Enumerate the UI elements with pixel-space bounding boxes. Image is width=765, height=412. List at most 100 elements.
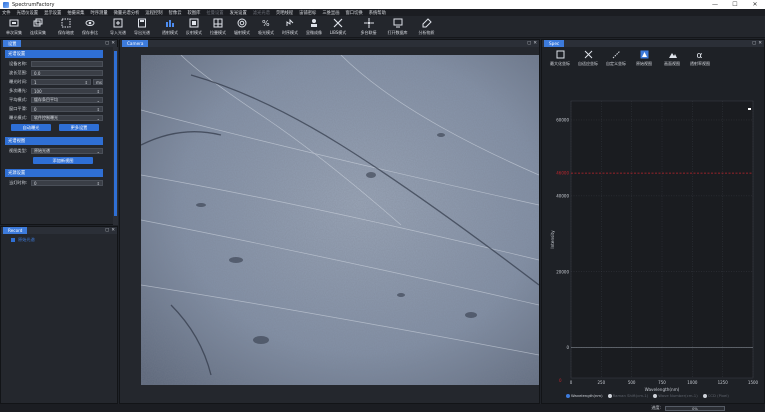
menu-item[interactable]: 文件 (2, 10, 11, 16)
field-input[interactable]: 0.0 (31, 69, 103, 77)
toolbar-button-analyze-substance[interactable]: 分析物质 (412, 16, 441, 38)
field-input[interactable]: 缓存条目平均 ⌄ (31, 96, 103, 104)
menu-item[interactable]: 拉曼设置 (206, 10, 223, 16)
float-icon[interactable]: ▢ (105, 41, 109, 46)
spec-tool-maximize-coords[interactable]: 最大化坐标 (546, 47, 574, 69)
minimize-button[interactable]: — (705, 1, 725, 8)
close-icon[interactable]: ✕ (111, 41, 115, 46)
menu-item[interactable]: 窗口切换 (346, 10, 363, 16)
toolbar-button-raman-mode[interactable]: 拉曼模式 (206, 16, 230, 38)
field-input[interactable]: 0 ⇕ (31, 105, 103, 113)
menu-item[interactable]: 系统帮助 (369, 10, 386, 16)
export-spectrum-icon (138, 18, 146, 28)
legend-swatch (748, 108, 751, 110)
tab-record[interactable]: Record (3, 227, 28, 234)
toolbar-button-single-capture[interactable]: 单次采集 (2, 16, 26, 38)
auto-exposure-button[interactable]: 自动曝光 (11, 124, 51, 131)
toolbar-button-continuous-capture[interactable]: 连续采集 (26, 16, 50, 38)
light-input[interactable]: 0 ⇕ (31, 179, 103, 187)
menu-item[interactable]: 显示设置 (44, 10, 61, 16)
tab-spec[interactable]: Spec (544, 40, 565, 47)
field-arrow: ⌄ (96, 97, 100, 103)
field-input[interactable] (31, 60, 103, 68)
toolbar-button-open-database[interactable]: 打开数据库 (383, 16, 412, 38)
toolbar-button-multi-device[interactable]: 多台联接 (354, 16, 383, 38)
section-light-settings: 光源设置 (5, 169, 103, 177)
toolbar-button-save-reference[interactable]: 保存参比 (78, 16, 102, 38)
settings-scrollbar[interactable] (113, 47, 118, 225)
field-input[interactable]: 软件控制曝光 ⌄ (31, 114, 103, 122)
menu-item[interactable]: 荧晒线程 (276, 10, 293, 16)
spec-tool-custom-coords[interactable]: 自定义坐标 (602, 47, 630, 69)
spec-tool-label: 透射率视图 (690, 61, 710, 66)
menu-item[interactable]: 发光设置 (230, 10, 247, 16)
x-tick-label: 1250 (718, 380, 729, 385)
tab-camera[interactable]: Camera (122, 40, 149, 47)
add-view-button[interactable]: 添加新视图 (33, 157, 93, 164)
more-settings-button[interactable]: 更多设置 (59, 124, 99, 131)
section-spectrum-view: 光谱视图 (5, 137, 103, 145)
axis-mode-option[interactable]: Wavelength(nm) (566, 393, 603, 398)
field-value: 1 (34, 79, 37, 85)
menu-item[interactable]: 时序测量 (90, 10, 107, 16)
toolbar-button-timing-mode[interactable]: 时序模式 (278, 16, 302, 38)
float-icon[interactable]: ▢ (105, 228, 109, 233)
close-icon[interactable]: ✕ (758, 41, 762, 46)
record-item[interactable]: 原始光谱 (18, 237, 35, 243)
y-tick-label: 20000 (556, 269, 569, 274)
spec-tool-auto-fit-coords[interactable]: 自适应坐标 (574, 47, 602, 69)
float-icon[interactable]: ▢ (527, 41, 531, 46)
toolbar-label: 单次采集 (6, 30, 22, 35)
x-tick-label: 1000 (687, 380, 698, 385)
menu-item[interactable]: 拍摄采集 (67, 10, 84, 16)
import-spectrum-icon (113, 18, 123, 28)
spectrum-chart[interactable]: 0 250 500 750 1000 1250 1500 0 20000 40000 60000 46… (542, 69, 764, 395)
menu-item[interactable]: 光谱仪设置 (17, 10, 38, 16)
menu-item[interactable]: 运程控制 (145, 10, 162, 16)
toolbar-button-reflection-mode[interactable]: 反射模式 (182, 16, 206, 38)
toolbar-button-export-spectrum[interactable]: 导出光谱 (130, 16, 154, 38)
axis-mode-option[interactable]: Raman Shift(cm-1) (607, 393, 648, 398)
spec-tool-label: 自适应坐标 (578, 61, 598, 66)
spec-tool-label: 原始视图 (636, 61, 652, 66)
tab-settings[interactable]: 设置 (3, 40, 22, 47)
spec-panel-tabbar: Spec ▢ ✕ (542, 40, 764, 47)
multi-device-icon (363, 18, 374, 28)
axis-mode-label: Wavelength(nm) (571, 393, 603, 398)
unit-select[interactable]: ms (93, 78, 103, 86)
close-icon[interactable]: ✕ (111, 228, 115, 233)
maximize-button[interactable]: ☐ (725, 1, 745, 8)
float-icon[interactable]: ▢ (752, 41, 756, 46)
view-type-select[interactable]: 原始光谱 ⌄ (31, 147, 103, 155)
radio-icon (653, 393, 658, 398)
spec-tool-raw-view[interactable]: 原始视图 (630, 47, 658, 69)
toolbar-button-import-spectrum[interactable]: 导入光谱 (106, 16, 130, 38)
menu-item[interactable]: 宙铺密标 (299, 10, 316, 16)
spec-tool-alpha-view[interactable]: α 透射率视图 (686, 47, 714, 69)
field-input[interactable]: 100 ⇕ (31, 87, 103, 95)
menu-item[interactable]: 智像云 (169, 10, 182, 16)
spec-tool-label: 最大化坐标 (550, 61, 570, 66)
menu-item[interactable]: 滤光光谱 (253, 10, 270, 16)
field-input[interactable]: 1 ⇕ (31, 78, 91, 86)
toolbar-button-radiation-mode[interactable]: 辐射模式 (230, 16, 254, 38)
toolbar-button-absorbance-mode[interactable]: % 吸光模式 (254, 16, 278, 38)
spec-tool-image-view[interactable]: 画面视图 (658, 47, 686, 69)
field-value: 0.0 (34, 70, 41, 76)
settings-row: 平均模式: 缓存条目平均 ⌄ (5, 96, 117, 104)
close-button[interactable]: ✕ (745, 1, 765, 8)
toolbar-button-save-dark[interactable]: 保存暗底 (54, 16, 78, 38)
toolbar-button-microscope-imaging[interactable]: 显微成像 (302, 16, 326, 38)
menu-item[interactable]: 三维显画 (322, 10, 339, 16)
toolbar-button-libs-mode[interactable]: LIBS模式 (326, 16, 350, 38)
close-icon[interactable]: ✕ (533, 41, 537, 46)
radio-icon (607, 393, 612, 398)
axis-mode-option[interactable]: Wave Number(cm-1) (653, 393, 698, 398)
microscope-texture (141, 55, 539, 385)
toolbar-label: 显微成像 (306, 30, 322, 35)
menu-item[interactable]: 微量光谱分析 (114, 10, 140, 16)
toolbar-button-transmission-mode[interactable]: 透射模式 (158, 16, 182, 38)
record-checkbox[interactable] (11, 238, 15, 242)
menu-item[interactable]: 软图库 (188, 10, 201, 16)
axis-mode-option[interactable]: CCD (Pixel) (702, 393, 729, 398)
